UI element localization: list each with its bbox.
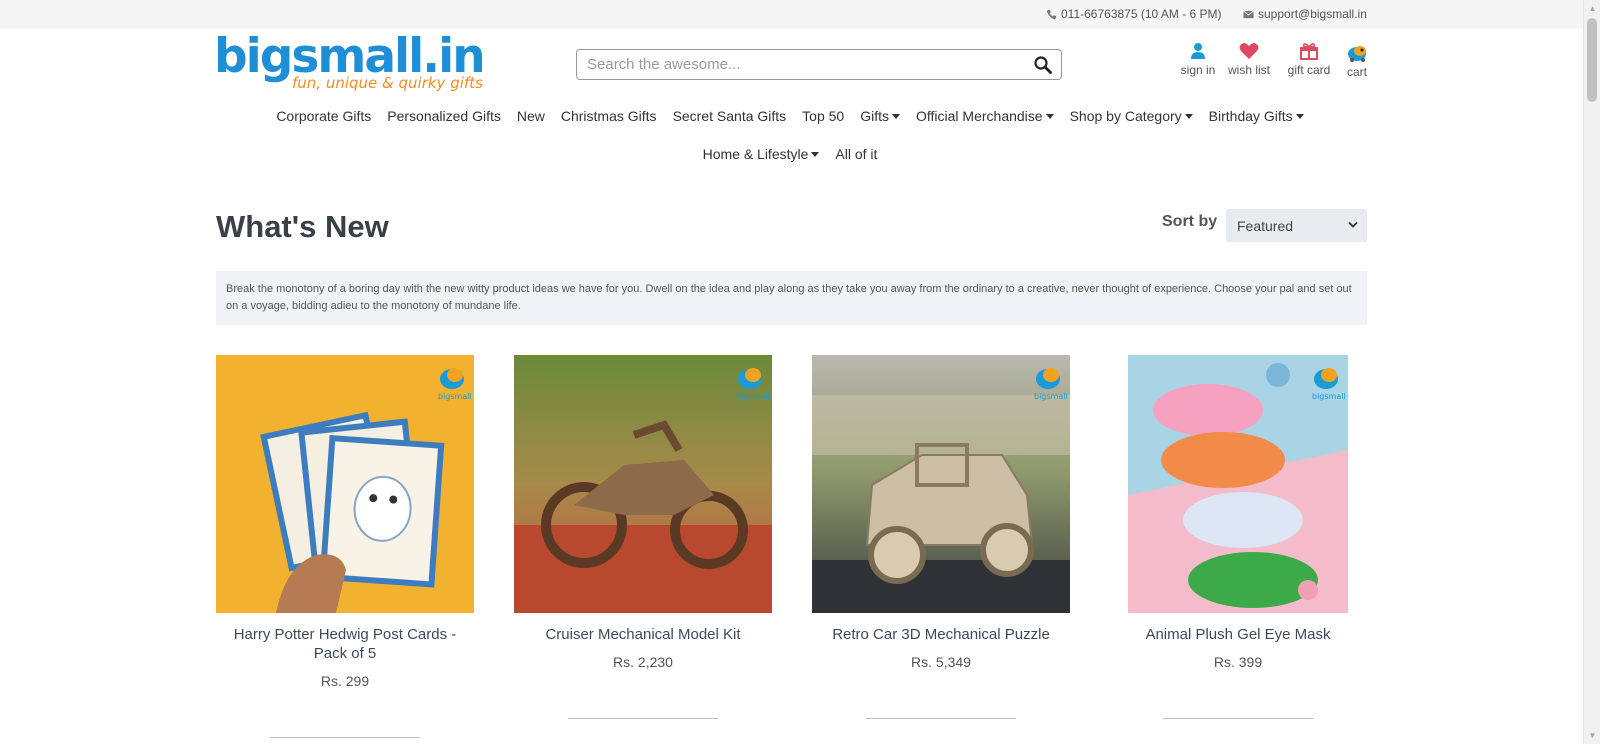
nav-top-50[interactable]: Top 50 (802, 108, 844, 124)
gift-card-label: gift card (1287, 63, 1331, 77)
logo-tagline: fun, unique & quirky gifts (292, 74, 483, 92)
nav-label: Corporate Gifts (276, 108, 372, 124)
product-card[interactable]: bigsmall Animal Plush Gel Eye Mask Rs. 3… (1109, 355, 1367, 719)
page-title: What's New (216, 209, 389, 244)
nav-label: Gifts (860, 108, 889, 124)
nav-label: Shop by Category (1069, 108, 1182, 124)
nav-all-of-it[interactable]: All of it (835, 146, 877, 162)
heart-icon (1239, 43, 1259, 59)
product-name[interactable]: Cruiser Mechanical Model Kit (514, 625, 772, 644)
nav-label: Secret Santa Gifts (672, 108, 787, 124)
product-image-hedwig-postcards[interactable]: bigsmall (216, 355, 474, 613)
nav-label: Personalized Gifts (387, 108, 501, 124)
caret-down-icon (1184, 113, 1193, 119)
nav-birthday-gifts[interactable]: Birthday Gifts (1209, 108, 1304, 124)
nav-label: New (516, 108, 545, 124)
caret-down-icon (811, 151, 820, 157)
cart-link[interactable]: cart (1342, 42, 1372, 79)
card-divider (270, 737, 420, 738)
nav-label: Home & Lifestyle (702, 146, 809, 162)
nav-corporate-gifts[interactable]: Corporate Gifts (276, 108, 371, 124)
user-icon (1191, 43, 1205, 59)
svg-text:bigsmall: bigsmall (438, 392, 472, 401)
nav-secret-santa-gifts[interactable]: Secret Santa Gifts (673, 108, 787, 124)
search-box (576, 49, 1062, 80)
nav-official-merchandise[interactable]: Official Merchandise (916, 108, 1054, 124)
nav-christmas-gifts[interactable]: Christmas Gifts (561, 108, 657, 124)
product-card[interactable]: bigsmall Cruiser Mechanical Model Kit Rs… (514, 355, 772, 719)
product-name[interactable]: Animal Plush Gel Eye Mask (1109, 625, 1367, 644)
nav-shop-by-category[interactable]: Shop by Category (1070, 108, 1193, 124)
phone-icon (1046, 9, 1057, 19)
card-divider (1163, 718, 1313, 719)
product-price: Rs. 299 (320, 673, 370, 689)
nav-label: Official Merchandise (916, 108, 1043, 124)
product-image-cruiser-model[interactable]: bigsmall (514, 355, 772, 613)
product-card[interactable]: bigsmall Retro Car 3D Mechanical Puzzle … (812, 355, 1070, 719)
svg-text:bigsmall: bigsmall (1034, 392, 1068, 401)
scroll-thumb[interactable] (1587, 18, 1597, 102)
scroll-up-arrow-icon[interactable]: ▲ (1584, 0, 1600, 17)
nav-home-lifestyle[interactable]: Home & Lifestyle (703, 146, 820, 162)
main-nav-row-2: Home & Lifestyle All of it (214, 146, 1366, 162)
motorcycle-illustration: bigsmall (514, 355, 772, 613)
nav-new[interactable]: New (517, 108, 545, 124)
nav-label: Top 50 (802, 108, 845, 124)
sign-in-label: sign in (1180, 63, 1216, 77)
product-card[interactable]: bigsmall Harry Potter Hedwig Post Cards … (216, 355, 474, 738)
nav-label: Birthday Gifts (1208, 108, 1293, 124)
cart-label: cart (1346, 65, 1367, 79)
sort-label: Sort by (1162, 213, 1218, 230)
email-text[interactable]: support@bigsmall.in (1258, 7, 1367, 21)
top-contact-bar: 011-66763875 (10 AM - 6 PM) support@bigs… (0, 0, 1583, 29)
card-divider (568, 718, 718, 719)
search-icon[interactable] (1033, 55, 1053, 75)
product-image-eye-mask[interactable]: bigsmall (1128, 355, 1348, 613)
svg-text:bigsmall: bigsmall (736, 392, 770, 401)
sign-in-link[interactable]: sign in (1178, 42, 1218, 77)
product-name[interactable]: Retro Car 3D Mechanical Puzzle (812, 625, 1070, 644)
nav-gifts[interactable]: Gifts (860, 108, 900, 124)
sort-selected-value: Featured (1237, 217, 1294, 234)
collection-description: Break the monotony of a boring day with … (216, 271, 1367, 325)
scroll-down-arrow-icon[interactable]: ▼ (1584, 727, 1600, 744)
nav-label: All of it (835, 146, 878, 162)
nav-personalized-gifts[interactable]: Personalized Gifts (387, 108, 501, 124)
postcards-illustration: bigsmall (216, 355, 474, 613)
product-image-retro-car[interactable]: bigsmall (812, 355, 1070, 613)
main-nav-row-1: Corporate Gifts Personalized Gifts New C… (214, 108, 1366, 124)
card-divider (866, 718, 1016, 719)
gift-icon (1300, 43, 1318, 60)
nav-label: Christmas Gifts (560, 108, 657, 124)
gift-card-link[interactable]: gift card (1284, 42, 1334, 77)
cart-mascot-icon (1348, 46, 1366, 62)
svg-text:bigsmall: bigsmall (1312, 392, 1346, 401)
search-input[interactable] (577, 50, 1017, 79)
chevron-down-icon (1348, 221, 1358, 228)
email-contact[interactable]: support@bigsmall.in (1243, 7, 1367, 21)
eye-mask-illustration: bigsmall (1128, 355, 1348, 613)
product-price: Rs. 2,230 (613, 654, 673, 670)
phone-contact: 011-66763875 (10 AM - 6 PM) (1046, 7, 1222, 21)
phone-text: 011-66763875 (10 AM - 6 PM) (1061, 7, 1222, 21)
caret-down-icon (892, 113, 900, 119)
retro-car-illustration: bigsmall (812, 355, 1070, 613)
envelope-icon (1243, 9, 1254, 18)
product-name[interactable]: Harry Potter Hedwig Post Cards - Pack of… (216, 625, 474, 663)
product-price: Rs. 399 (1213, 654, 1263, 670)
site-logo[interactable]: bigsmall.in fun, unique & quirky gifts (214, 28, 486, 98)
sort-select[interactable]: Featured (1226, 209, 1367, 242)
product-price: Rs. 5,349 (911, 654, 971, 670)
page-scrollbar[interactable]: ▲ ▼ (1583, 0, 1600, 744)
caret-down-icon (1295, 113, 1304, 119)
caret-down-icon (1045, 113, 1054, 119)
wish-list-link[interactable]: wish list (1225, 42, 1273, 77)
wish-list-label: wish list (1227, 63, 1270, 77)
